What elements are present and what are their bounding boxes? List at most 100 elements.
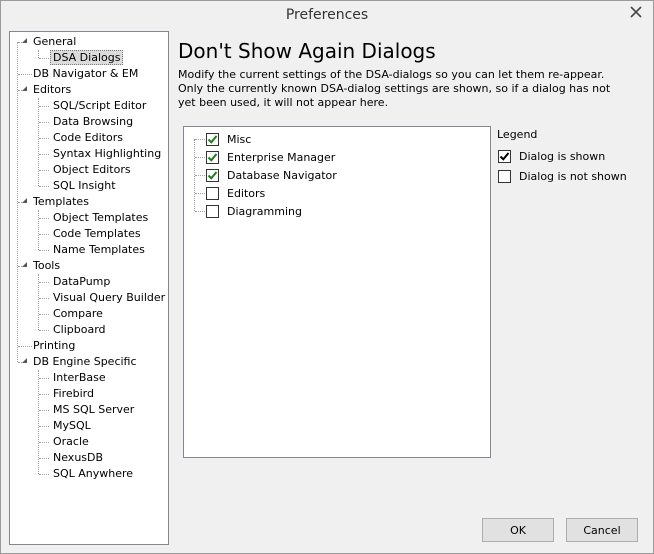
tree-item[interactable]: SQL Anywhere (50, 466, 136, 482)
tree-item[interactable]: General (30, 34, 79, 50)
tree-item[interactable]: InterBase (50, 370, 109, 386)
tree-expand-toggle[interactable] (21, 37, 30, 46)
page-description: Modify the current settings of the DSA-d… (178, 68, 611, 109)
collapse-triangle-icon (22, 86, 27, 91)
checkmark-icon (499, 151, 510, 161)
tree-item-label: Tools (33, 259, 61, 272)
dialog-setting-row[interactable]: Misc (206, 130, 251, 148)
ok-button[interactable]: OK (482, 518, 554, 542)
window-title: Preferences (285, 7, 369, 23)
tree-item-label: Object Editors (53, 163, 131, 176)
tree-item[interactable]: Editors (30, 82, 74, 98)
dialog-settings-list[interactable]: Misc Enterprise Manager Database Navigator… (183, 126, 491, 458)
tree-item-label: DSA Dialogs (50, 50, 124, 65)
tree-item-label: SQL/Script Editor (53, 99, 147, 112)
tree-expand-toggle[interactable] (21, 261, 30, 270)
checkmark-icon (207, 152, 218, 162)
tree-item[interactable]: Code Editors (50, 130, 126, 146)
tree-item[interactable]: Object Templates (50, 210, 151, 226)
legend-checkbox (498, 149, 511, 163)
tree-item-label: SQL Insight (53, 179, 116, 192)
tree-item[interactable]: Name Templates (50, 242, 148, 258)
tree-item-label: DB Engine Specific (33, 355, 137, 368)
dialog-checkbox[interactable] (206, 168, 219, 182)
tree-item-label: Data Browsing (53, 115, 134, 128)
tree-item[interactable]: Printing (30, 338, 78, 354)
tree-item[interactable]: Compare (50, 306, 106, 322)
tree-item-label: InterBase (53, 371, 106, 384)
tree-item[interactable]: DataPump (50, 274, 113, 290)
legend-item: Dialog is not shown (498, 168, 627, 184)
tree-item-label: Printing (33, 339, 76, 352)
collapse-triangle-icon (22, 358, 27, 363)
tree-item-label: General (33, 35, 77, 48)
dialog-setting-label: Misc (227, 132, 252, 146)
dialog-setting-label: Editors (227, 186, 266, 200)
preferences-tree[interactable]: General DSA Dialogs DB Navigator & EM Edito… (9, 31, 169, 545)
legend-item: Dialog is shown (498, 148, 605, 164)
dialog-checkbox[interactable] (206, 150, 219, 164)
tree-item[interactable]: Data Browsing (50, 114, 136, 130)
tree-item[interactable]: DB Navigator & EM (30, 66, 141, 82)
collapse-triangle-icon (22, 262, 27, 267)
collapse-triangle-icon (22, 38, 27, 43)
tree-item-label: DB Navigator & EM (33, 67, 139, 80)
cancel-button[interactable]: Cancel (566, 518, 638, 542)
tree-item[interactable]: MS SQL Server (50, 402, 137, 418)
tree-item-label: Templates (33, 195, 89, 208)
tree-item-label: Oracle (53, 435, 89, 448)
tree-item[interactable]: Templates (30, 194, 92, 210)
checkmark-icon (207, 134, 218, 144)
legend-item-label: Dialog is shown (519, 149, 606, 163)
dialog-setting-row[interactable]: Enterprise Manager (206, 148, 335, 166)
tree-item[interactable]: NexusDB (50, 450, 106, 466)
tree-item-label: Editors (33, 83, 72, 96)
tree-item[interactable]: SQL/Script Editor (50, 98, 149, 114)
tree-item-label: MS SQL Server (53, 403, 135, 416)
tree-item[interactable]: MySQL (50, 418, 94, 434)
legend-checkbox (498, 169, 511, 183)
tree-expand-toggle[interactable] (21, 357, 30, 366)
checkmark-icon (207, 170, 218, 180)
dialog-checkbox[interactable] (206, 204, 219, 218)
close-button[interactable] (625, 2, 647, 22)
tree-item[interactable]: DB Engine Specific (30, 354, 140, 370)
tree-item[interactable]: Tools (30, 258, 63, 274)
tree-expand-toggle[interactable] (21, 85, 30, 94)
dialog-setting-row[interactable]: Database Navigator (206, 166, 337, 184)
tree-item-label: Name Templates (53, 243, 145, 256)
tree-item[interactable]: Visual Query Builder (50, 290, 168, 306)
collapse-triangle-icon (22, 198, 27, 203)
dialog-setting-row[interactable]: Diagramming (206, 202, 302, 220)
title-bar[interactable]: Preferences (1, 1, 653, 31)
tree-item-label: Code Editors (53, 131, 123, 144)
tree-item-label: Visual Query Builder (53, 291, 166, 304)
tree-item-label: Syntax Highlighting (53, 147, 162, 160)
dialog-checkbox[interactable] (206, 186, 219, 200)
close-icon (630, 6, 642, 18)
tree-item[interactable]: DSA Dialogs (50, 50, 124, 66)
preferences-window: Preferences General DSA Dialogs DB Navigat… (0, 0, 654, 554)
tree-item-label: MySQL (53, 419, 91, 432)
tree-item-label: SQL Anywhere (53, 467, 134, 480)
dialog-checkbox[interactable] (206, 132, 219, 146)
tree-item[interactable]: Object Editors (50, 162, 134, 178)
legend-item-label: Dialog is not shown (519, 169, 627, 183)
tree-item-label: NexusDB (53, 451, 104, 464)
tree-item[interactable]: Syntax Highlighting (50, 146, 164, 162)
tree-item[interactable]: Oracle (50, 434, 92, 450)
legend-title: Legend (497, 128, 538, 141)
dialog-setting-row[interactable]: Editors (206, 184, 265, 202)
tree-item-label: Firebird (53, 387, 94, 400)
tree-item[interactable]: Firebird (50, 386, 97, 402)
tree-item-label: Compare (53, 307, 103, 320)
page-title: Don't Show Again Dialogs (178, 39, 436, 63)
tree-item-label: DataPump (53, 275, 111, 288)
tree-item-label: Clipboard (53, 323, 106, 336)
tree-item[interactable]: Code Templates (50, 226, 144, 242)
tree-expand-toggle[interactable] (21, 197, 30, 206)
dialog-setting-label: Enterprise Manager (227, 150, 336, 164)
dialog-setting-label: Diagramming (227, 204, 302, 218)
tree-item[interactable]: SQL Insight (50, 178, 119, 194)
tree-item[interactable]: Clipboard (50, 322, 109, 338)
